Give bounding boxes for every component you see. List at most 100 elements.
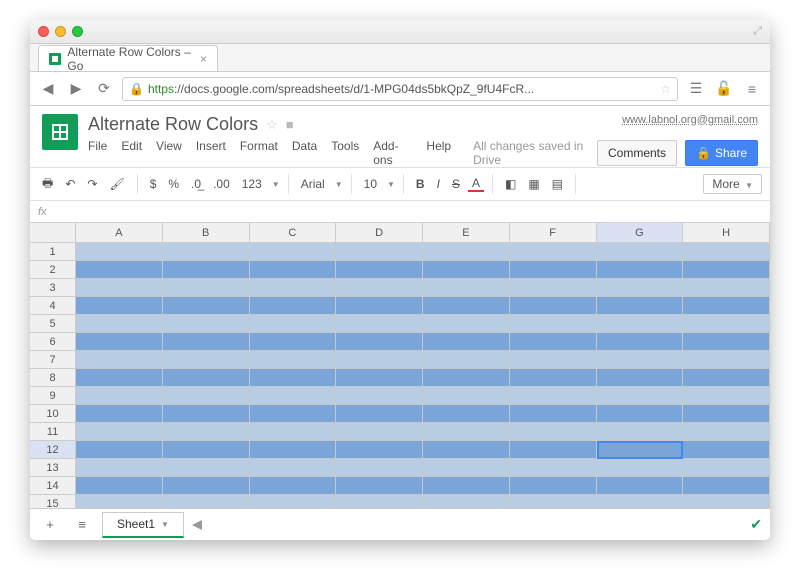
- cell[interactable]: [76, 423, 163, 441]
- row-header[interactable]: 9: [30, 387, 76, 405]
- more-button[interactable]: More ▼: [703, 174, 762, 194]
- currency-icon[interactable]: $: [146, 177, 161, 191]
- cell[interactable]: [423, 495, 510, 508]
- cell[interactable]: [76, 279, 163, 297]
- cell[interactable]: [336, 315, 423, 333]
- cell[interactable]: [163, 477, 250, 495]
- font-select[interactable]: Arial: [297, 177, 329, 191]
- menu-addons[interactable]: Add-ons: [373, 139, 412, 167]
- cell[interactable]: [597, 261, 684, 279]
- menu-help[interactable]: Help: [426, 139, 451, 167]
- bookmark-star-icon[interactable]: ☆: [660, 82, 671, 96]
- fullscreen-icon[interactable]: ⤢: [753, 25, 762, 38]
- traffic-zoom-icon[interactable]: [72, 26, 83, 37]
- browser-tab[interactable]: Alternate Row Colors – Go ×: [38, 45, 218, 71]
- cell[interactable]: [250, 441, 337, 459]
- cell[interactable]: [76, 297, 163, 315]
- cell[interactable]: [76, 459, 163, 477]
- fill-color-icon[interactable]: ◧: [501, 177, 520, 191]
- cell[interactable]: [423, 387, 510, 405]
- cell[interactable]: [336, 279, 423, 297]
- cell[interactable]: [683, 405, 770, 423]
- column-header[interactable]: C: [250, 223, 337, 243]
- menu-edit[interactable]: Edit: [121, 139, 142, 167]
- cell[interactable]: [597, 459, 684, 477]
- row-header[interactable]: 15: [30, 495, 76, 508]
- cell[interactable]: [597, 315, 684, 333]
- cell[interactable]: [76, 261, 163, 279]
- scroll-left-icon[interactable]: [192, 520, 202, 530]
- cell[interactable]: [510, 369, 597, 387]
- cell[interactable]: [597, 333, 684, 351]
- cell[interactable]: [423, 315, 510, 333]
- menu-data[interactable]: Data: [292, 139, 317, 167]
- font-size[interactable]: 10: [360, 177, 381, 191]
- row-header[interactable]: 13: [30, 459, 76, 477]
- unlock-icon[interactable]: 🔓: [714, 80, 734, 97]
- chrome-menu-icon[interactable]: ≡: [742, 81, 762, 97]
- sheets-logo-icon[interactable]: [42, 114, 78, 150]
- traffic-close-icon[interactable]: [38, 26, 49, 37]
- cell[interactable]: [336, 369, 423, 387]
- cell[interactable]: [250, 333, 337, 351]
- cell[interactable]: [423, 423, 510, 441]
- column-header[interactable]: G: [597, 223, 684, 243]
- cell[interactable]: [423, 333, 510, 351]
- cell[interactable]: [163, 261, 250, 279]
- column-header[interactable]: A: [76, 223, 163, 243]
- cell[interactable]: [76, 387, 163, 405]
- cell[interactable]: [336, 459, 423, 477]
- cell[interactable]: [423, 279, 510, 297]
- cell[interactable]: [510, 315, 597, 333]
- cell[interactable]: [336, 333, 423, 351]
- cell[interactable]: [510, 279, 597, 297]
- cell[interactable]: [163, 405, 250, 423]
- cell[interactable]: [250, 315, 337, 333]
- cell[interactable]: [510, 459, 597, 477]
- cell[interactable]: [510, 495, 597, 508]
- cell[interactable]: [336, 297, 423, 315]
- cell[interactable]: [683, 423, 770, 441]
- cell[interactable]: [597, 369, 684, 387]
- nav-back-icon[interactable]: ◀: [38, 80, 58, 97]
- row-header[interactable]: 8: [30, 369, 76, 387]
- borders-icon[interactable]: ▦: [524, 177, 543, 191]
- percent-icon[interactable]: %: [164, 177, 183, 191]
- row-header[interactable]: 14: [30, 477, 76, 495]
- merge-icon[interactable]: ▤: [548, 177, 567, 191]
- nav-reload-icon[interactable]: ⟳: [94, 80, 114, 97]
- address-bar[interactable]: 🔒 https://docs.google.com/spreadsheets/d…: [122, 77, 678, 101]
- cell[interactable]: [163, 351, 250, 369]
- cell[interactable]: [336, 495, 423, 508]
- paint-format-icon[interactable]: 🖌: [105, 177, 128, 191]
- cell[interactable]: [250, 423, 337, 441]
- star-icon[interactable]: ☆: [266, 117, 278, 133]
- share-button[interactable]: 🔒Share: [685, 140, 758, 166]
- cell[interactable]: [250, 297, 337, 315]
- menu-insert[interactable]: Insert: [196, 139, 226, 167]
- cell[interactable]: [683, 243, 770, 261]
- undo-icon[interactable]: ↶: [61, 177, 79, 191]
- cell[interactable]: [76, 405, 163, 423]
- row-header[interactable]: 6: [30, 333, 76, 351]
- cell[interactable]: [336, 243, 423, 261]
- cell[interactable]: [76, 315, 163, 333]
- cell[interactable]: [510, 333, 597, 351]
- menu-view[interactable]: View: [156, 139, 182, 167]
- zoom-value[interactable]: 123: [238, 177, 266, 191]
- cell[interactable]: [336, 423, 423, 441]
- cell[interactable]: [76, 333, 163, 351]
- row-header[interactable]: 11: [30, 423, 76, 441]
- bold-icon[interactable]: B: [412, 177, 429, 191]
- cell[interactable]: [163, 423, 250, 441]
- menu-tools[interactable]: Tools: [331, 139, 359, 167]
- cell[interactable]: [510, 441, 597, 459]
- print-icon[interactable]: 🖶: [38, 174, 57, 195]
- cell[interactable]: [423, 405, 510, 423]
- row-header[interactable]: 5: [30, 315, 76, 333]
- cell[interactable]: [250, 279, 337, 297]
- column-header[interactable]: H: [683, 223, 770, 243]
- cell[interactable]: [683, 351, 770, 369]
- cell[interactable]: [423, 351, 510, 369]
- cell[interactable]: [683, 477, 770, 495]
